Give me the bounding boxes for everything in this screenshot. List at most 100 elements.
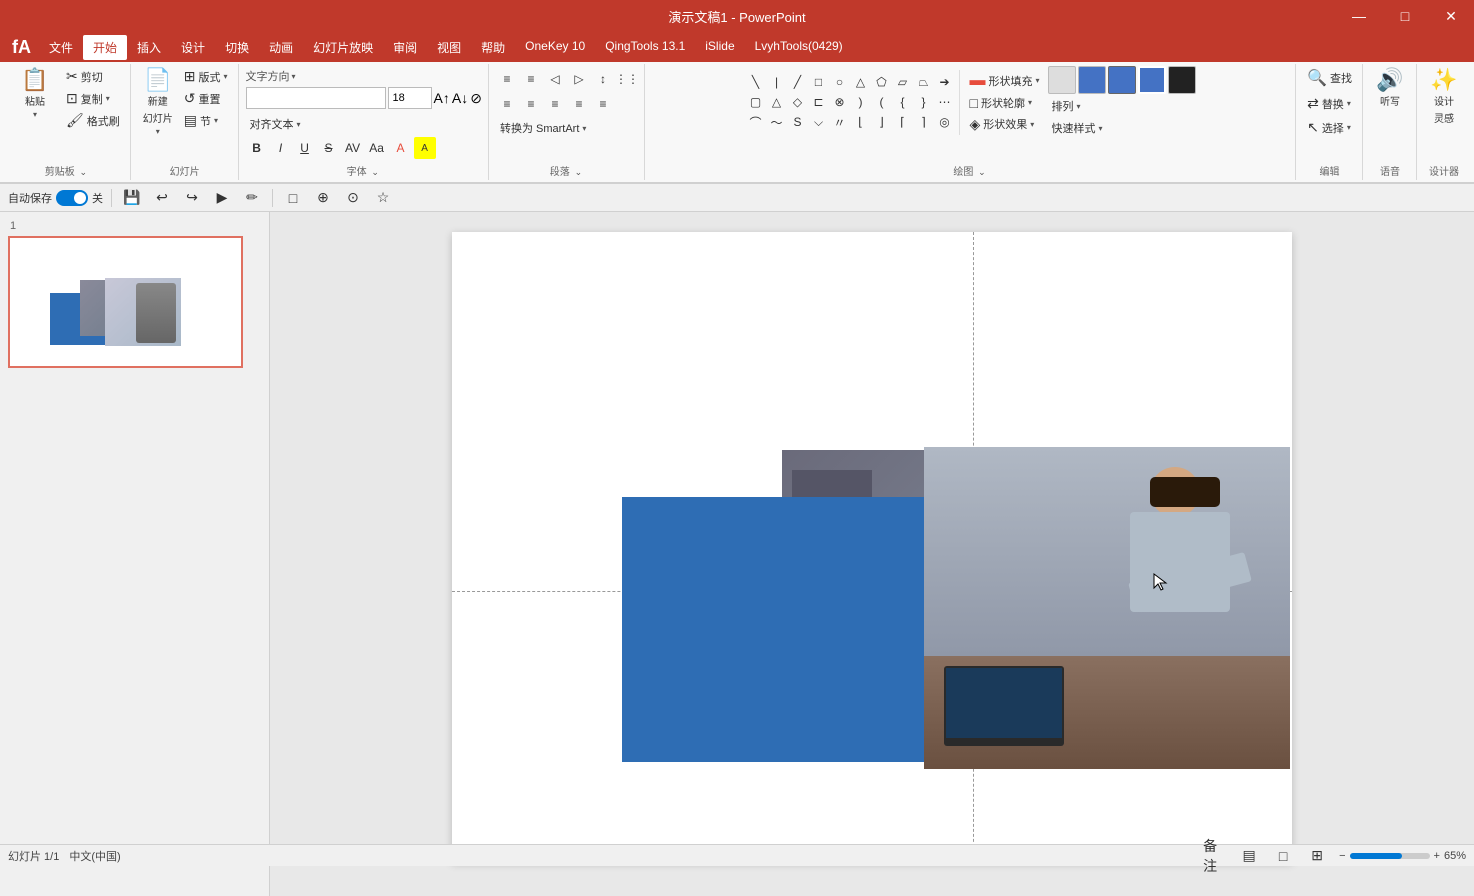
shape-trapezoid[interactable]: ⏢ bbox=[914, 72, 934, 92]
shape-freeform[interactable]: ⌵ bbox=[809, 112, 829, 132]
menu-item-4[interactable]: 切换 bbox=[215, 35, 259, 60]
shape-arrow[interactable]: ➔ bbox=[935, 72, 955, 92]
font-size-input[interactable] bbox=[388, 87, 432, 109]
menu-item-2[interactable]: 插入 bbox=[127, 35, 171, 60]
present-button-bar[interactable]: ▶ bbox=[210, 186, 234, 210]
replace-button[interactable]: ⇄ 替换 ▾ bbox=[1303, 93, 1356, 114]
numbered-list-button[interactable]: ≡ bbox=[520, 68, 542, 90]
align-left-button[interactable]: ≡ bbox=[496, 93, 518, 115]
designer-button[interactable]: ✨ 设计 灵感 bbox=[1424, 66, 1464, 128]
align-center-button[interactable]: ≡ bbox=[520, 93, 542, 115]
shape-isosceles[interactable]: △ bbox=[767, 92, 787, 112]
slide-thumbnail-1[interactable] bbox=[8, 236, 243, 368]
shape-arc[interactable]: ⌒ bbox=[746, 112, 766, 132]
save-button-bar[interactable]: 💾 bbox=[120, 186, 144, 210]
shape-outline-button[interactable]: □ 形状轮廓 ▾ bbox=[966, 93, 1044, 113]
align-right-button[interactable]: ≡ bbox=[544, 93, 566, 115]
menu-item-3[interactable]: 设计 bbox=[171, 35, 215, 60]
quick-style-4[interactable] bbox=[1138, 66, 1166, 94]
menu-item-9[interactable]: 帮助 bbox=[471, 35, 515, 60]
menu-item-5[interactable]: 动画 bbox=[259, 35, 303, 60]
quick-style-3[interactable] bbox=[1108, 66, 1136, 94]
menu-item-11[interactable]: QingTools 13.1 bbox=[595, 35, 695, 60]
quick-style-5[interactable] bbox=[1168, 66, 1196, 94]
arrange-button[interactable]: 排列 ▾ bbox=[1048, 96, 1196, 116]
font-color-button[interactable]: A bbox=[390, 137, 412, 159]
justify-button[interactable]: ≡ bbox=[568, 93, 590, 115]
menu-item-0[interactable]: 文件 bbox=[39, 35, 83, 60]
shape-rounded-rect[interactable]: ▢ bbox=[746, 92, 766, 112]
shape-callout[interactable]: ⊏ bbox=[809, 92, 829, 112]
extra-btn-2[interactable]: ⊕ bbox=[311, 186, 335, 210]
zoom-slider[interactable] bbox=[1350, 853, 1430, 859]
redo-button-bar[interactable]: ↪ bbox=[180, 186, 204, 210]
menu-item-13[interactable]: LvyhTools(0429) bbox=[745, 35, 853, 60]
menu-item-6[interactable]: 幻灯片放映 bbox=[303, 35, 383, 60]
shape-curly-right[interactable]: } bbox=[914, 92, 934, 112]
shape-triangle[interactable]: △ bbox=[851, 72, 871, 92]
shape-fill-button[interactable]: ▬ 形状填充 ▾ bbox=[966, 70, 1044, 92]
shape-left-brace[interactable]: ( bbox=[872, 92, 892, 112]
listen-button[interactable]: 🔊 听写 bbox=[1370, 66, 1410, 111]
close-button[interactable]: ✕ bbox=[1428, 0, 1474, 32]
bold-button[interactable]: B bbox=[246, 137, 268, 159]
shape-curly-left[interactable]: { bbox=[893, 92, 913, 112]
view-slideshow[interactable]: ⊞ bbox=[1305, 844, 1329, 868]
select-button[interactable]: ↖ 选择 ▾ bbox=[1303, 117, 1356, 138]
shape-line[interactable]: ╲ bbox=[746, 72, 766, 92]
cut-button[interactable]: ✂ 剪切 bbox=[62, 66, 124, 87]
strikethrough-button[interactable]: S bbox=[318, 137, 340, 159]
layout-button[interactable]: ⊞ 版式 ▾ bbox=[180, 66, 232, 87]
minimize-button[interactable]: — bbox=[1336, 0, 1382, 32]
italic-button[interactable]: I bbox=[270, 137, 292, 159]
notes-button[interactable]: 备注 bbox=[1203, 844, 1227, 868]
font-name-input[interactable] bbox=[246, 87, 386, 109]
shape-scribble[interactable]: 〃 bbox=[830, 112, 850, 132]
zoom-minus[interactable]: − bbox=[1339, 850, 1345, 862]
zoom-level[interactable]: 65% bbox=[1444, 850, 1466, 862]
canvas-area[interactable] bbox=[270, 212, 1474, 896]
shape-oval[interactable]: ◎ bbox=[935, 112, 955, 132]
line-spacing-button[interactable]: ↕ bbox=[592, 68, 614, 90]
menu-item-8[interactable]: 视图 bbox=[427, 35, 471, 60]
slide-canvas[interactable] bbox=[452, 232, 1292, 862]
menu-item-12[interactable]: iSlide bbox=[695, 35, 744, 60]
app-logo[interactable]: fA bbox=[4, 37, 39, 58]
align-text-button[interactable]: 对齐文本 ▾ bbox=[246, 114, 305, 134]
columns-button[interactable]: ⋮⋮ bbox=[616, 68, 638, 90]
shape-effect-button[interactable]: ◈ 形状效果 ▾ bbox=[966, 114, 1044, 135]
shape-arrow-line[interactable]: ╱ bbox=[788, 72, 808, 92]
shape-rectangle[interactable]: □ bbox=[809, 72, 829, 92]
underline-button[interactable]: U bbox=[294, 137, 316, 159]
shape-corner-r[interactable]: ⌋ bbox=[872, 112, 892, 132]
extra-btn-4[interactable]: ☆ bbox=[371, 186, 395, 210]
undo-button-bar[interactable]: ↩ bbox=[150, 186, 174, 210]
autosave-toggle[interactable] bbox=[56, 190, 88, 206]
section-button[interactable]: ▤ 节 ▾ bbox=[180, 110, 232, 131]
quick-style-1[interactable] bbox=[1048, 66, 1076, 94]
pen-button-bar[interactable]: ✏ bbox=[240, 186, 264, 210]
shape-parallelogram[interactable]: ▱ bbox=[893, 72, 913, 92]
increase-indent-button[interactable]: ▷ bbox=[568, 68, 590, 90]
quick-styles-button[interactable]: 快速样式 ▾ bbox=[1048, 118, 1196, 138]
maximize-button[interactable]: □ bbox=[1382, 0, 1428, 32]
shape-connector[interactable]: | bbox=[767, 72, 787, 92]
find-button[interactable]: 🔍 查找 bbox=[1303, 66, 1356, 90]
extra-btn-1[interactable]: □ bbox=[281, 186, 305, 210]
shape-circle[interactable]: ○ bbox=[830, 72, 850, 92]
highlight-button[interactable]: A bbox=[414, 137, 436, 159]
shape-diamond[interactable]: ◇ bbox=[788, 92, 808, 112]
char-spacing-button[interactable]: AV bbox=[342, 137, 364, 159]
shape-right-brace[interactable]: ) bbox=[851, 92, 871, 112]
shape-more[interactable]: ⋯ bbox=[935, 92, 955, 112]
decrease-font-button[interactable]: A↓ bbox=[452, 90, 468, 106]
menu-item-7[interactable]: 审阅 bbox=[383, 35, 427, 60]
change-case-button[interactable]: Aa bbox=[366, 137, 388, 159]
decrease-indent-button[interactable]: ◁ bbox=[544, 68, 566, 90]
clear-format-button[interactable]: ⊘ bbox=[470, 90, 482, 107]
shape-no-symbol[interactable]: ⊗ bbox=[830, 92, 850, 112]
new-slide-button[interactable]: 📄 新建 幻灯片 ▾ bbox=[138, 66, 178, 139]
copy-button[interactable]: ⊡ 复制 ▾ bbox=[62, 88, 124, 109]
photo-front[interactable] bbox=[924, 447, 1290, 769]
shape-pentagon[interactable]: ⬠ bbox=[872, 72, 892, 92]
